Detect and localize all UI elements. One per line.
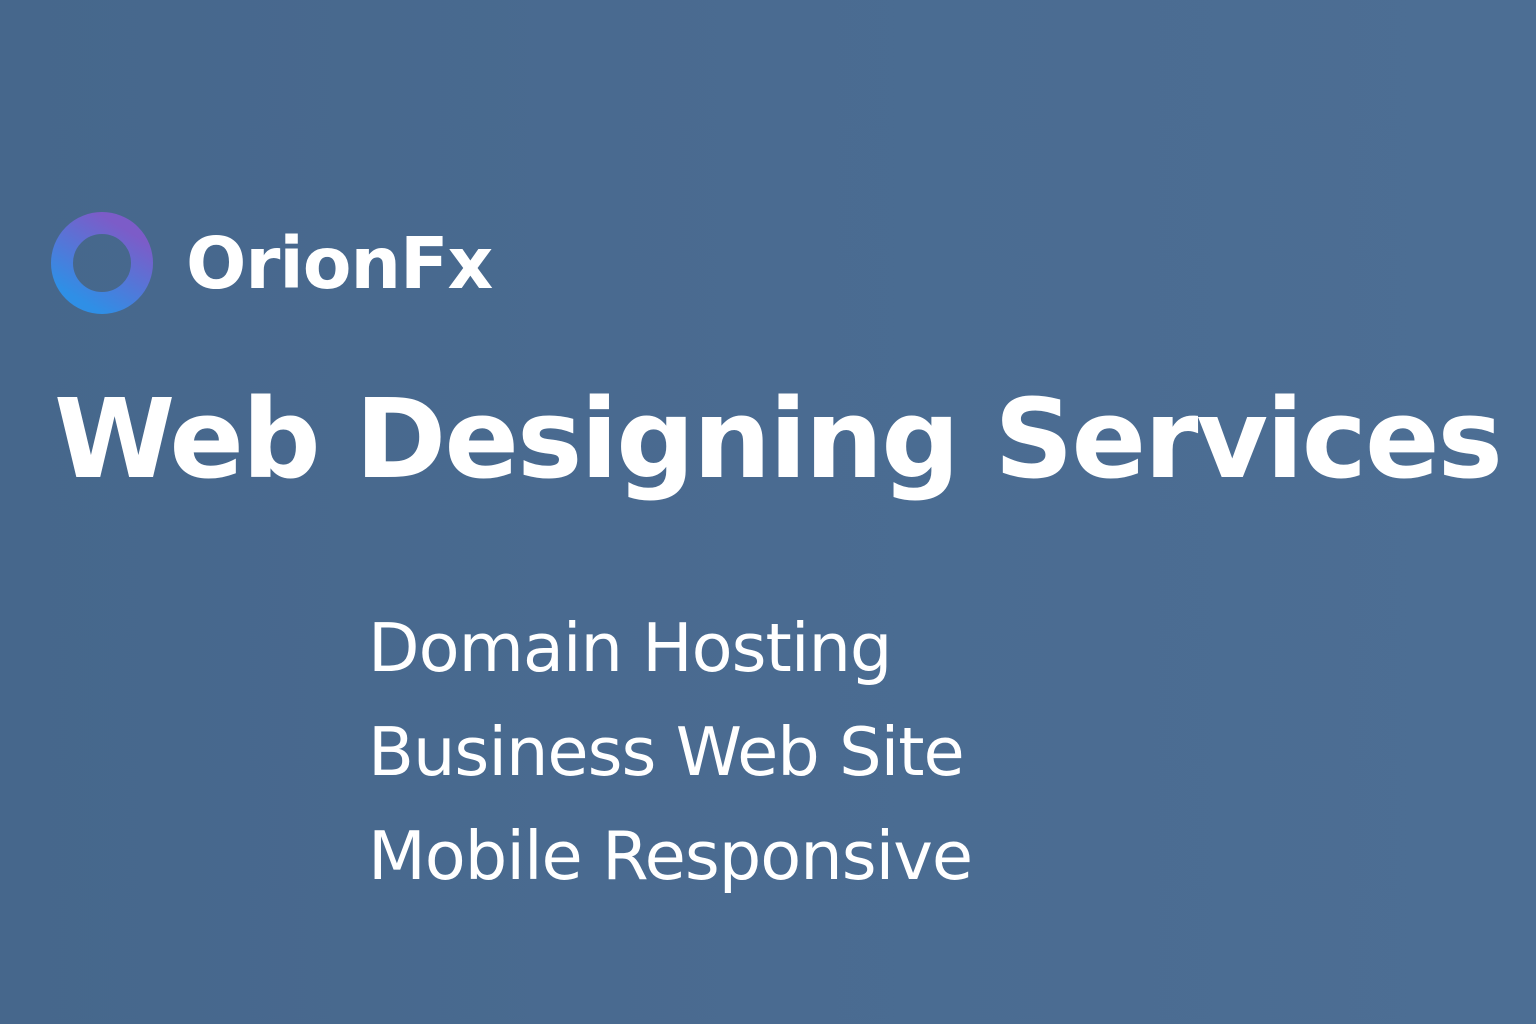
service-item: Mobile Responsive: [368, 817, 973, 895]
brand-header: OrionFx: [50, 206, 493, 320]
brand-name: OrionFx: [186, 221, 493, 305]
services-list: Domain Hosting Business Web Site Mobile …: [368, 596, 973, 908]
service-item: Business Web Site: [368, 713, 965, 791]
banner: OrionFx Web Designing Services Domain Ho…: [0, 0, 1536, 1024]
page-title: Web Designing Services: [54, 375, 1503, 503]
service-item: Domain Hosting: [368, 609, 892, 687]
ring-icon: [51, 212, 153, 314]
